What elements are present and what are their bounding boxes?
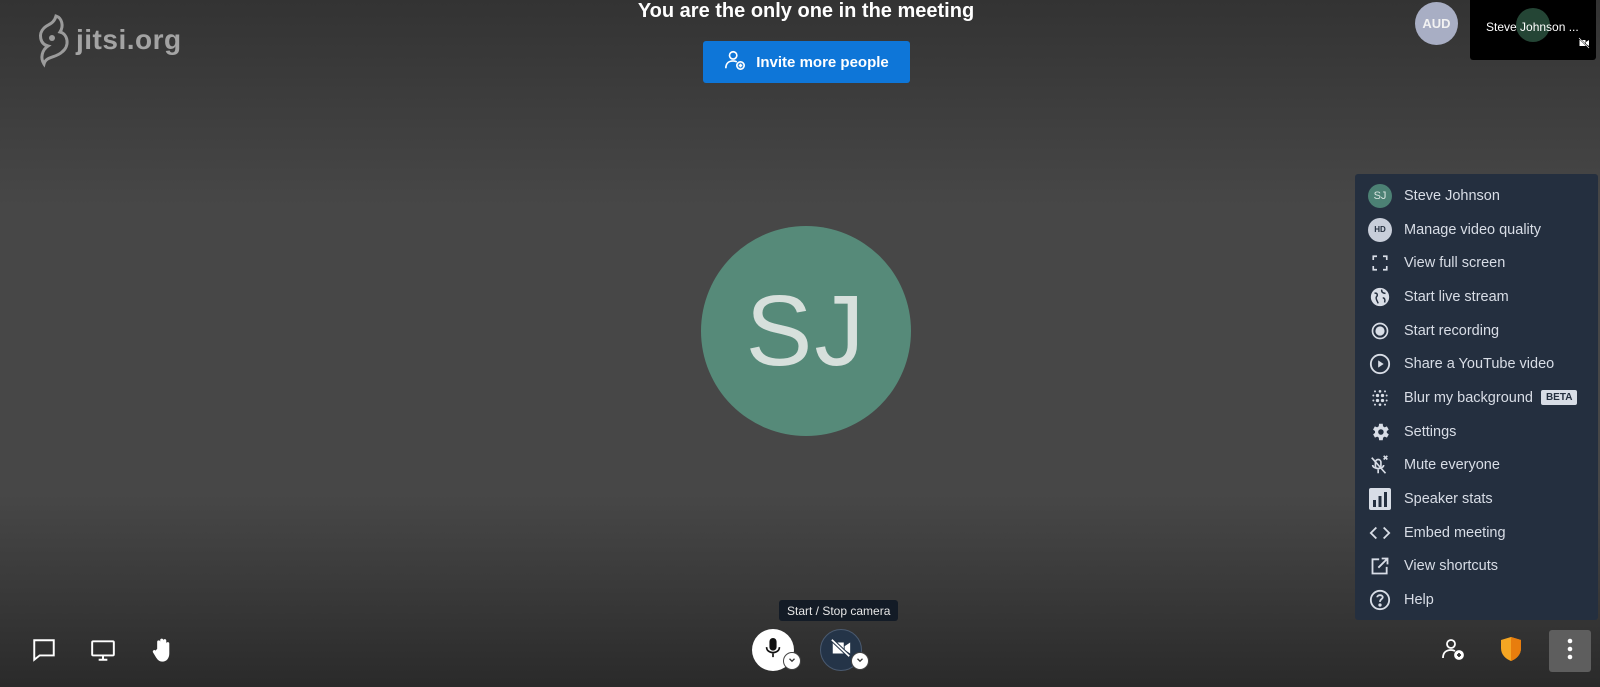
- menu-label: Start live stream: [1404, 288, 1509, 305]
- menu-label: Manage video quality: [1404, 221, 1542, 238]
- menu-item-speaker-stats[interactable]: Speaker stats: [1355, 482, 1598, 516]
- menu-item-embed[interactable]: Embed meeting: [1355, 516, 1598, 550]
- user-avatar-icon: SJ: [1368, 183, 1392, 208]
- only-one-notice: You are the only one in the meeting: [0, 0, 1600, 23]
- menu-item-shortcuts[interactable]: View shortcuts: [1355, 550, 1598, 584]
- menu-item-video-quality[interactable]: HD Manage video quality: [1355, 213, 1598, 247]
- record-icon: [1368, 319, 1392, 343]
- camera-off-icon: [1578, 36, 1590, 54]
- notice-title: You are the only one in the meeting: [637, 0, 975, 22]
- bar-chart-icon: [1368, 487, 1392, 511]
- security-button[interactable]: [1494, 634, 1528, 668]
- hd-icon: HD: [1368, 217, 1392, 242]
- add-person-icon: [1441, 637, 1465, 666]
- menu-label: Blur my background: [1404, 389, 1533, 406]
- chat-icon: [31, 637, 57, 668]
- invite-more-people-button[interactable]: Invite more people: [703, 41, 910, 83]
- menu-item-blur[interactable]: Blur my background BETA: [1355, 381, 1598, 415]
- chat-button[interactable]: [26, 634, 62, 670]
- menu-label: Share a YouTube video: [1404, 356, 1555, 373]
- menu-label: Help: [1404, 592, 1434, 609]
- camera-off-icon: [830, 637, 852, 664]
- more-actions-button[interactable]: [1549, 630, 1591, 672]
- monitor-icon: [89, 637, 117, 668]
- external-link-icon: [1368, 554, 1392, 578]
- participant-avatar-aud[interactable]: AUD: [1415, 2, 1458, 45]
- fullscreen-icon: [1368, 251, 1392, 275]
- hand-icon: [149, 636, 177, 669]
- menu-item-profile[interactable]: SJ Steve Johnson: [1355, 179, 1598, 213]
- microphone-icon: [762, 637, 784, 664]
- menu-label: Steve Johnson: [1404, 187, 1500, 204]
- menu-item-recording[interactable]: Start recording: [1355, 314, 1598, 348]
- gear-icon: [1368, 420, 1392, 444]
- logo-text: jitsi.org: [76, 24, 182, 55]
- menu-item-mute-everyone[interactable]: Mute everyone: [1355, 449, 1598, 483]
- audio-settings-toggle[interactable]: [783, 652, 801, 670]
- blur-icon: [1368, 386, 1392, 410]
- menu-label: Embed meeting: [1404, 524, 1506, 541]
- screen-share-button[interactable]: [85, 634, 121, 670]
- menu-item-fullscreen[interactable]: View full screen: [1355, 246, 1598, 280]
- menu-label: Speaker stats: [1404, 491, 1493, 508]
- menu-label: Mute everyone: [1404, 457, 1500, 474]
- shield-icon: [1499, 636, 1523, 667]
- overflow-menu: SJ Steve Johnson HD Manage video quality…: [1355, 174, 1598, 620]
- help-icon: [1368, 588, 1392, 612]
- menu-label: View full screen: [1404, 255, 1506, 272]
- menu-label: View shortcuts: [1404, 558, 1499, 575]
- menu-item-help[interactable]: Help: [1355, 583, 1598, 617]
- more-vertical-icon: [1567, 638, 1573, 665]
- globe-icon: [1368, 285, 1392, 309]
- invite-label: Invite more people: [756, 53, 889, 71]
- mic-off-icon: [1368, 453, 1392, 477]
- raise-hand-button[interactable]: [145, 634, 181, 670]
- video-settings-toggle[interactable]: [851, 652, 869, 670]
- menu-label: Start recording: [1404, 322, 1500, 339]
- chevron-down-icon: [855, 652, 865, 670]
- invite-button[interactable]: [1436, 634, 1470, 668]
- thumbnail-name: Steve Johnson ...: [1486, 20, 1579, 34]
- main-participant-avatar: SJ: [701, 226, 911, 436]
- menu-label: Settings: [1404, 423, 1457, 440]
- add-person-icon: [724, 49, 746, 75]
- menu-item-live-stream[interactable]: Start live stream: [1355, 280, 1598, 314]
- play-circle-icon: [1368, 352, 1392, 376]
- chevron-down-icon: [787, 652, 797, 670]
- code-icon: [1368, 521, 1392, 545]
- menu-item-youtube[interactable]: Share a YouTube video: [1355, 347, 1598, 381]
- beta-badge: BETA: [1540, 390, 1578, 406]
- local-video-thumbnail[interactable]: Steve Johnson ...: [1470, 0, 1596, 60]
- camera-tooltip: Start / Stop camera: [779, 600, 899, 621]
- menu-item-settings[interactable]: Settings: [1355, 415, 1598, 449]
